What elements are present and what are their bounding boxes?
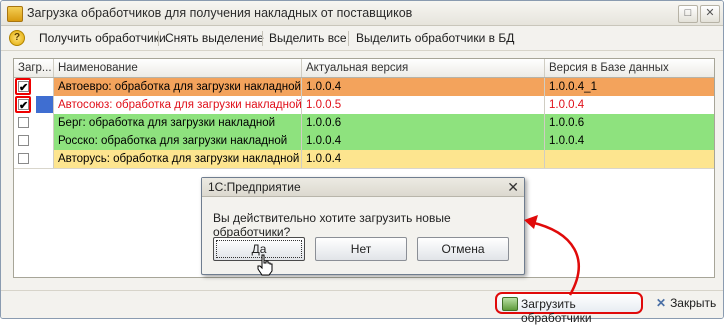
db-version-cell: 1.0.0.4 xyxy=(545,132,714,150)
selected-cell-marker xyxy=(36,96,53,113)
window-title: Загрузка обработчиков для получения накл… xyxy=(27,6,413,20)
column-header-load[interactable]: Загр... xyxy=(14,59,54,77)
load-handlers-button[interactable]: Загрузить обработчики xyxy=(495,292,643,325)
column-header-name[interactable]: Наименование xyxy=(54,59,302,77)
select-db-handlers-button[interactable]: Выделить обработчики в БД xyxy=(356,31,514,45)
get-handlers-button[interactable]: Получить обработчики xyxy=(39,31,166,45)
load-checkbox-cell[interactable] xyxy=(14,78,54,96)
dialog-message: Вы действительно хотите загрузить новые … xyxy=(213,211,451,239)
db-version-cell: 1.0.0.4 xyxy=(545,96,714,114)
help-icon[interactable]: ? xyxy=(9,30,25,46)
highlight-box xyxy=(15,96,31,113)
table-row[interactable]: Авторусь: обработка для загрузки накладн… xyxy=(14,150,714,169)
load-checkbox[interactable] xyxy=(18,117,29,128)
actual-version-cell: 1.0.0.6 xyxy=(302,114,545,132)
name-cell: Автоевро: обработка для загрузки накладн… xyxy=(54,78,302,96)
load-handlers-label: Загрузить обработчики xyxy=(521,297,592,325)
column-header-db-version[interactable]: Версия в Базе данных xyxy=(545,59,714,77)
table-header: Загр... Наименование Актуальная версия В… xyxy=(14,59,714,78)
db-version-cell: 1.0.0.6 xyxy=(545,114,714,132)
load-checkbox[interactable] xyxy=(18,135,29,146)
name-cell: Росско: обработка для загрузки накладной xyxy=(54,132,302,150)
db-version-cell: 1.0.0.4_1 xyxy=(545,78,714,96)
no-button[interactable]: Нет xyxy=(315,237,407,261)
separator xyxy=(262,31,263,46)
confirm-dialog: 1С:Предприятие ✕ Вы действительно хотите… xyxy=(201,177,525,275)
toolbar: ? Получить обработчики Снять выделение В… xyxy=(1,26,723,51)
table-row[interactable]: Берг: обработка для загрузки накладной 1.… xyxy=(14,114,714,133)
load-icon xyxy=(502,297,518,311)
select-all-button[interactable]: Выделить все xyxy=(269,31,347,45)
close-window-button[interactable]: ✕ xyxy=(700,5,720,23)
cancel-button[interactable]: Отмена xyxy=(417,237,509,261)
name-cell: Берг: обработка для загрузки накладной xyxy=(54,114,302,132)
separator xyxy=(348,31,349,46)
close-icon: ✕ xyxy=(656,296,667,310)
actual-version-cell: 1.0.0.5 xyxy=(302,96,545,114)
title-bar: Загрузка обработчиков для получения накл… xyxy=(1,1,723,26)
close-label: Закрыть xyxy=(670,296,717,310)
column-header-actual-version[interactable]: Актуальная версия xyxy=(302,59,545,77)
table-row[interactable]: Автосоюз: обработка для загрузки накладн… xyxy=(14,96,714,115)
actual-version-cell: 1.0.0.4 xyxy=(302,78,545,96)
deselect-button[interactable]: Снять выделение xyxy=(165,31,264,45)
dialog-title-bar: 1С:Предприятие ✕ xyxy=(202,178,524,197)
load-checkbox-cell[interactable] xyxy=(14,150,54,168)
close-button[interactable]: ✕ Закрыть xyxy=(656,296,716,310)
name-cell: Авторусь: обработка для загрузки накладн… xyxy=(54,150,302,168)
load-checkbox-cell[interactable] xyxy=(14,96,54,114)
app-icon xyxy=(7,6,23,22)
load-checkbox-cell[interactable] xyxy=(14,114,54,132)
db-version-cell xyxy=(545,150,714,168)
table-row[interactable]: Автоевро: обработка для загрузки накладн… xyxy=(14,78,714,97)
maximize-button[interactable]: □ xyxy=(678,5,698,23)
dialog-title: 1С:Предприятие xyxy=(208,180,301,194)
highlight-box xyxy=(15,78,31,95)
name-cell: Автосоюз: обработка для загрузки накладн… xyxy=(54,96,302,114)
table-row[interactable]: Росско: обработка для загрузки накладной… xyxy=(14,132,714,151)
actual-version-cell: 1.0.0.4 xyxy=(302,150,545,168)
load-checkbox[interactable] xyxy=(18,153,29,164)
actual-version-cell: 1.0.0.4 xyxy=(302,132,545,150)
dialog-close-icon[interactable]: ✕ xyxy=(507,179,519,196)
hand-cursor-icon xyxy=(257,254,273,276)
load-checkbox-cell[interactable] xyxy=(14,132,54,150)
separator xyxy=(158,31,159,46)
